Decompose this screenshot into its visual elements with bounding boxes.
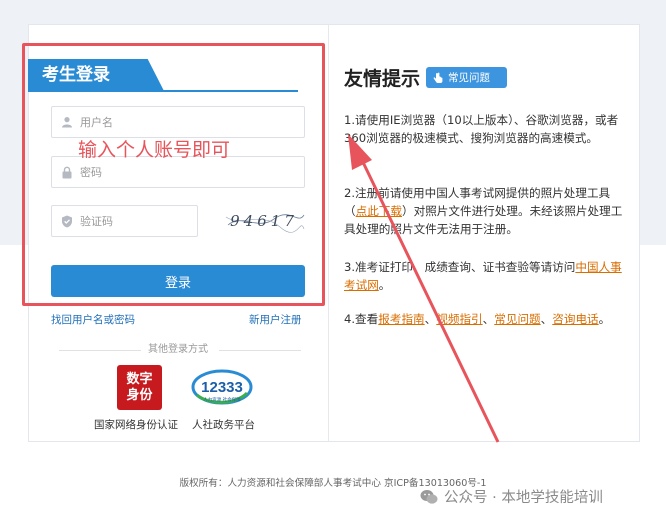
watermark: 公众号 · 本地学技能培训 [420, 486, 603, 507]
tip3-text-pre: 3.准考证打印、成绩查询、证书查验等请访问 [344, 260, 576, 274]
annotation-text: 输入个人账号即可 [78, 139, 231, 161]
photo-tool-download-link[interactable]: 点此下载 [356, 204, 402, 218]
forgot-credentials-link[interactable]: 找回用户名或密码 [51, 312, 135, 327]
digital-logo-line1: 数字 [126, 371, 153, 387]
tip4-sep: 、 [424, 312, 437, 326]
tip4-sep: 、 [482, 312, 495, 326]
contact-phone-link[interactable]: 咨询电话 [552, 312, 598, 326]
card-divider [328, 24, 329, 442]
tip-item-4: 4.查看报考指南、视频指引、常见问题、咨询电话。 [344, 310, 630, 328]
digital-logo-line2: 身份 [126, 387, 153, 403]
faq-badge-label: 常见问题 [448, 72, 490, 84]
annotation-highlight-box [22, 43, 325, 306]
tips-title: 友情提示 [344, 68, 421, 90]
tip4-sep: 、 [540, 312, 553, 326]
video-guide-link[interactable]: 视频指引 [436, 312, 482, 326]
tip4-text-post: 。 [598, 312, 611, 326]
hand-pointer-icon [433, 72, 443, 83]
other-login-label: 其他登录方式 [148, 344, 208, 355]
faq-badge-button[interactable]: 常见问题 [426, 67, 507, 88]
tip-item-2: 2.注册前请使用中国人事考试网提供的照片处理工具（点此下载）对照片文件进行处理。… [344, 184, 630, 238]
digital-identity-label[interactable]: 国家网络身份认证 [94, 417, 178, 432]
hrss-logo-sub: 人力资源 社会保障 [203, 396, 241, 403]
faq-link[interactable]: 常见问题 [494, 312, 540, 326]
hrss-platform-label[interactable]: 人社政务平台 [192, 417, 255, 432]
exam-guide-link[interactable]: 报考指南 [378, 312, 424, 326]
hrss-12333-logo[interactable]: 12333 人力资源 社会保障 [191, 365, 253, 410]
tip4-text-pre: 4.查看 [344, 312, 379, 326]
wechat-icon [420, 489, 438, 504]
watermark-text: 公众号 · 本地学技能培训 [444, 490, 603, 506]
tip3-text-post: 。 [378, 278, 391, 292]
register-link[interactable]: 新用户注册 [249, 312, 302, 327]
hrss-logo-number: 12333 [201, 379, 243, 396]
tip-item-3: 3.准考证打印、成绩查询、证书查验等请访问中国人事考试网。 [344, 258, 630, 294]
other-login-divider: 其他登录方式 [51, 343, 305, 357]
tip-item-1: 1.请使用IE浏览器（10以上版本）、谷歌浏览器，或者360浏览器的极速模式、搜… [344, 113, 619, 145]
digital-identity-logo[interactable]: 数字 身份 [117, 365, 162, 410]
